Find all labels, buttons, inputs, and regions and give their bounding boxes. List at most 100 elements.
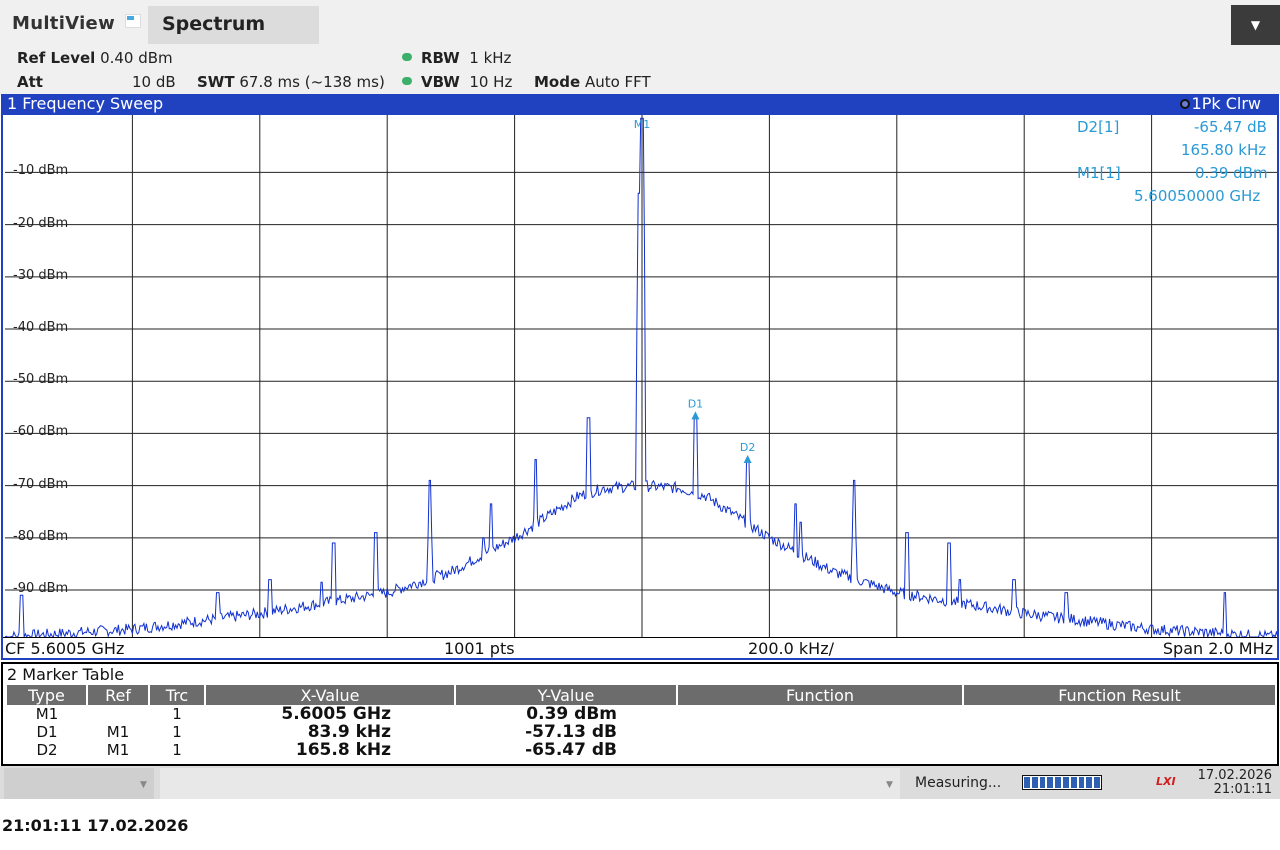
col-type: Type (7, 685, 88, 705)
marker-d1-triangle (691, 411, 700, 420)
marker-d2-label: D2 (740, 441, 755, 454)
center-frequency[interactable]: CF 5.6005 GHz (5, 639, 124, 658)
chevron-down-icon: ▼ (140, 780, 147, 790)
d2-readout-freq: 165.80 kHz (1181, 141, 1267, 159)
col-function: Function (677, 685, 964, 705)
ref-level-value: 0.40 dBm (100, 49, 173, 67)
frequency-span[interactable]: Span 2.0 MHz (1163, 639, 1273, 658)
vbw-label: VBW (421, 73, 460, 91)
cell-y-value: -65.47 dB (525, 740, 617, 760)
col-trc: Trc (149, 685, 206, 705)
trace-dot-icon (1179, 99, 1190, 109)
vbw-setting[interactable]: VBW 10 Hz (402, 73, 512, 91)
status-field-message[interactable]: ▼ (160, 768, 900, 799)
spectrum-window-icon (125, 14, 141, 28)
y-tick-label: -30 dBm (13, 267, 69, 283)
chevron-down-icon: ▼ (886, 780, 893, 790)
cell-y-value: 0.39 dBm (526, 704, 617, 724)
progress-bar (1022, 775, 1102, 790)
cell-type: D1 (36, 723, 58, 741)
mode-setting[interactable]: Mode Auto FFT (534, 73, 651, 91)
sweep-footer: CF 5.6005 GHz 1001 pts 200.0 kHz/ Span 2… (3, 637, 1277, 658)
rbw-value: 1 kHz (469, 49, 512, 67)
cell-y-value: -57.13 dB (525, 722, 617, 742)
table-row[interactable]: D2 M1 1 165.8 kHz -65.47 dB (7, 741, 1276, 759)
trace-indicator-label: 1Pk Clrw (1191, 94, 1261, 113)
y-tick-label: -80 dBm (13, 528, 69, 544)
m1-readout-freq: 5.60050000 GHz (1134, 187, 1261, 205)
cell-ref: M1 (106, 723, 130, 741)
rbw-setting[interactable]: RBW 1 kHz (402, 49, 511, 67)
att-setting[interactable]: Att (17, 73, 43, 91)
sweep-panel-title: 1 Frequency Sweep (7, 94, 164, 113)
top-bar: MultiView Spectrum ▼ Ref Level 0.40 dBm … (0, 0, 1280, 95)
capture-timestamp: 21:01:11 17.02.2026 (2, 816, 189, 835)
status-field-left[interactable]: ▼ (4, 768, 154, 799)
app-title: MultiView (12, 13, 115, 34)
sweep-points[interactable]: 1001 pts (444, 639, 515, 658)
att-value[interactable]: 10 dB (132, 73, 176, 91)
ref-level-setting[interactable]: Ref Level 0.40 dBm (17, 49, 173, 67)
marker-d2-triangle (743, 454, 752, 463)
status-bar: ▼ ▼ Measuring... LXI 17.02.2026 21:01:11 (0, 766, 1280, 799)
y-tick-label: -50 dBm (13, 372, 69, 388)
cell-type: D2 (36, 741, 58, 759)
marker-d1-label: D1 (688, 397, 703, 410)
spectrum-trace (4, 117, 1277, 637)
m1-readout-level: 0.39 dBm (1195, 164, 1268, 182)
status-datetime: 17.02.2026 21:01:11 (1190, 769, 1272, 797)
y-tick-label: -60 dBm (13, 424, 69, 440)
table-row[interactable]: M1 1 5.6005 GHz 0.39 dBm (7, 705, 1276, 723)
cell-trc: 1 (172, 723, 182, 741)
col-x-value: X-Value (205, 685, 456, 705)
cell-function (677, 705, 963, 723)
mode-label: Mode (534, 73, 581, 91)
cell-trc: 1 (172, 705, 182, 723)
y-tick-label: -90 dBm (13, 581, 69, 597)
cell-function-result (963, 705, 1276, 723)
chevron-down-icon: ▼ (1250, 18, 1261, 32)
marker-m1-label: M1 (634, 118, 651, 131)
swt-label: SWT (197, 73, 235, 91)
ref-level-label: Ref Level (17, 49, 96, 67)
lxi-logo-icon: LXI (1156, 775, 1176, 788)
marker-table-title: 2 Marker Table (7, 665, 125, 684)
measuring-status: Measuring... (915, 775, 1002, 791)
cell-ref: M1 (106, 741, 130, 759)
trace-indicator[interactable]: 1Pk Clrw (1179, 94, 1261, 114)
d2-readout-level: -65.47 dB (1194, 118, 1267, 136)
rbw-label: RBW (421, 49, 460, 67)
table-row[interactable]: D1 M1 1 83.9 kHz -57.13 dB (7, 723, 1276, 741)
status-led-icon (402, 77, 412, 85)
y-tick-label: -20 dBm (13, 215, 69, 231)
swt-value: 67.8 ms (~138 ms) (239, 73, 385, 91)
mode-value: Auto FFT (584, 73, 651, 91)
vbw-value: 10 Hz (469, 73, 513, 91)
marker-table-panel: 2 Marker Table Type Ref Trc X-Value Y-Va… (1, 662, 1279, 766)
col-function-result: Function Result (963, 685, 1277, 705)
d2-readout-label: D2[1] (1077, 118, 1120, 136)
cell-function (677, 723, 963, 741)
status-time: 21:01:11 (1213, 782, 1272, 797)
col-ref: Ref (87, 685, 150, 705)
cell-type: M1 (35, 705, 59, 723)
sweep-panel-header[interactable]: 1 Frequency Sweep 1Pk Clrw (1, 94, 1279, 115)
cell-x-value: 165.8 kHz (295, 740, 391, 760)
col-y-value: Y-Value (455, 685, 678, 705)
cell-x-value: 5.6005 GHz (281, 704, 391, 724)
att-label: Att (17, 73, 43, 91)
cell-x-value: 83.9 kHz (307, 722, 391, 742)
dropdown-menu-button[interactable]: ▼ (1231, 5, 1280, 45)
cell-function (677, 741, 963, 759)
y-tick-label: -70 dBm (13, 476, 69, 492)
tab-spectrum[interactable]: Spectrum (148, 6, 319, 44)
status-led-icon (402, 53, 412, 61)
spectrum-graph[interactable]: M1 D1 D2 -10 dBm -20 dBm -30 dBm -40 dBm -50 d… (1, 115, 1279, 660)
swt-setting[interactable]: SWT 67.8 ms (~138 ms) (197, 73, 385, 91)
division-width: 200.0 kHz/ (748, 639, 834, 658)
cell-trc: 1 (172, 741, 182, 759)
marker-table: Type Ref Trc X-Value Y-Value Function Fu… (7, 685, 1277, 759)
y-tick-label: -40 dBm (13, 320, 69, 336)
cell-ref (87, 705, 149, 723)
cell-function-result (963, 741, 1276, 759)
